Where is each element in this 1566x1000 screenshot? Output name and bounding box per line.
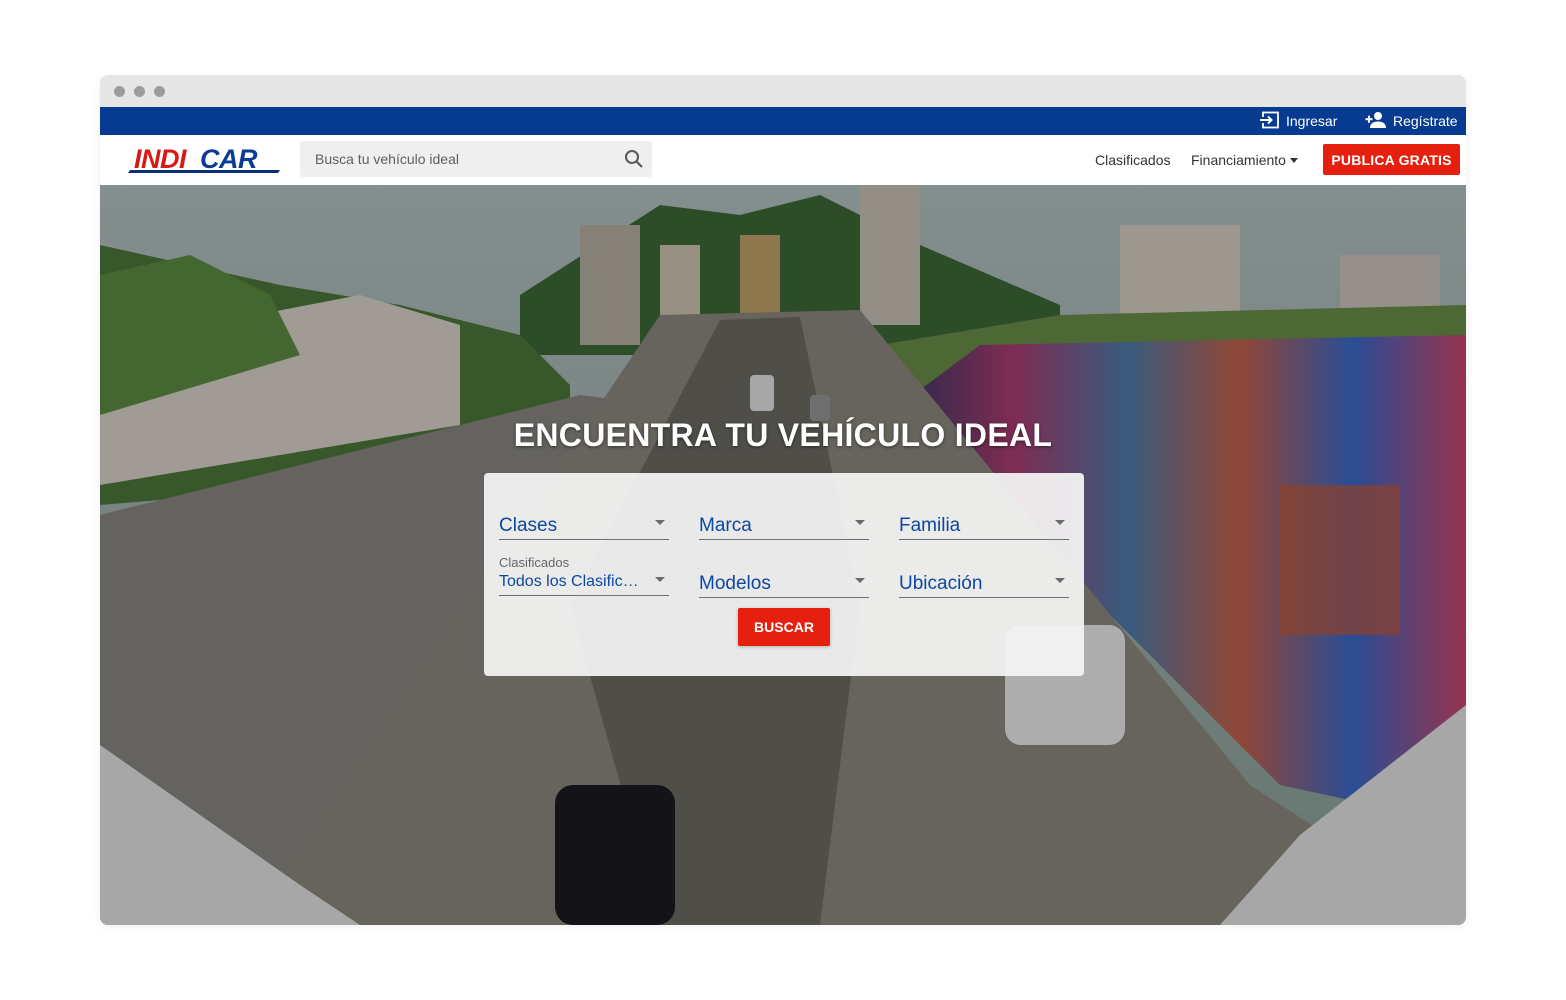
login-link[interactable]: Ingresar [1260,107,1337,135]
browser-chrome [100,75,1466,107]
chevron-down-icon [655,520,665,525]
chevron-down-icon [1055,520,1065,525]
register-label: Regístrate [1393,113,1458,129]
classified-select-label: Clasificados [499,555,570,570]
chevron-down-icon [1289,157,1298,163]
chevron-down-icon [1055,578,1065,583]
family-select[interactable]: Familia [899,513,1069,540]
models-select-value: Modelos [699,573,771,594]
register-link[interactable]: Regístrate [1365,107,1458,135]
login-label: Ingresar [1286,113,1338,129]
window-dot [114,86,125,97]
vehicle-search-panel: Clases Marca Familia Clasificados Todos … [484,473,1084,676]
browser-window: Ingresar Regístrate INDI CAR Busca tu ve… [100,75,1466,925]
classified-select-value: Todos los Clasificados [499,573,647,590]
hero-title: ENCUENTRA TU VEHÍCULO IDEAL [513,417,1053,453]
models-select[interactable]: Modelos [699,571,869,598]
location-select-value: Ubicación [899,573,983,594]
family-select-value: Familia [899,515,961,536]
location-select[interactable]: Ubicación [899,571,1069,598]
window-dot [154,86,165,97]
nav-classifieds[interactable]: Clasificados [1095,135,1170,185]
logo-text: INDI [134,144,187,174]
search-input[interactable] [300,141,610,177]
nav-financing-label: Financiamiento [1191,152,1286,168]
brand-select[interactable]: Marca [699,513,869,540]
chevron-down-icon [855,578,865,583]
top-bar: Ingresar Regístrate [100,107,1466,135]
add-user-icon [1365,111,1387,132]
chevron-down-icon [855,520,865,525]
indicar-logo[interactable]: INDI CAR [128,144,284,174]
classes-select-value: Clases [499,515,558,536]
chevron-down-icon [655,577,665,582]
search-box [300,141,652,177]
publish-free-button[interactable]: PUBLICA GRATIS [1323,144,1460,175]
window-dot [134,86,145,97]
classes-select[interactable]: Clases [499,513,669,540]
search-submit-button[interactable]: BUSCAR [738,608,830,646]
main-navbar: INDI CAR Clasificados Financiamiento PUB… [100,135,1466,185]
brand-select-value: Marca [699,515,752,536]
nav-financing-dropdown[interactable]: Financiamiento [1191,135,1298,185]
hero-section: ENCUENTRA TU VEHÍCULO IDEAL Clases Marca… [100,185,1466,925]
search-icon[interactable] [624,149,644,169]
logo-text: CAR [200,144,258,174]
login-icon [1260,111,1280,132]
classified-select[interactable]: Clasificados Todos los Clasificados [499,555,669,596]
